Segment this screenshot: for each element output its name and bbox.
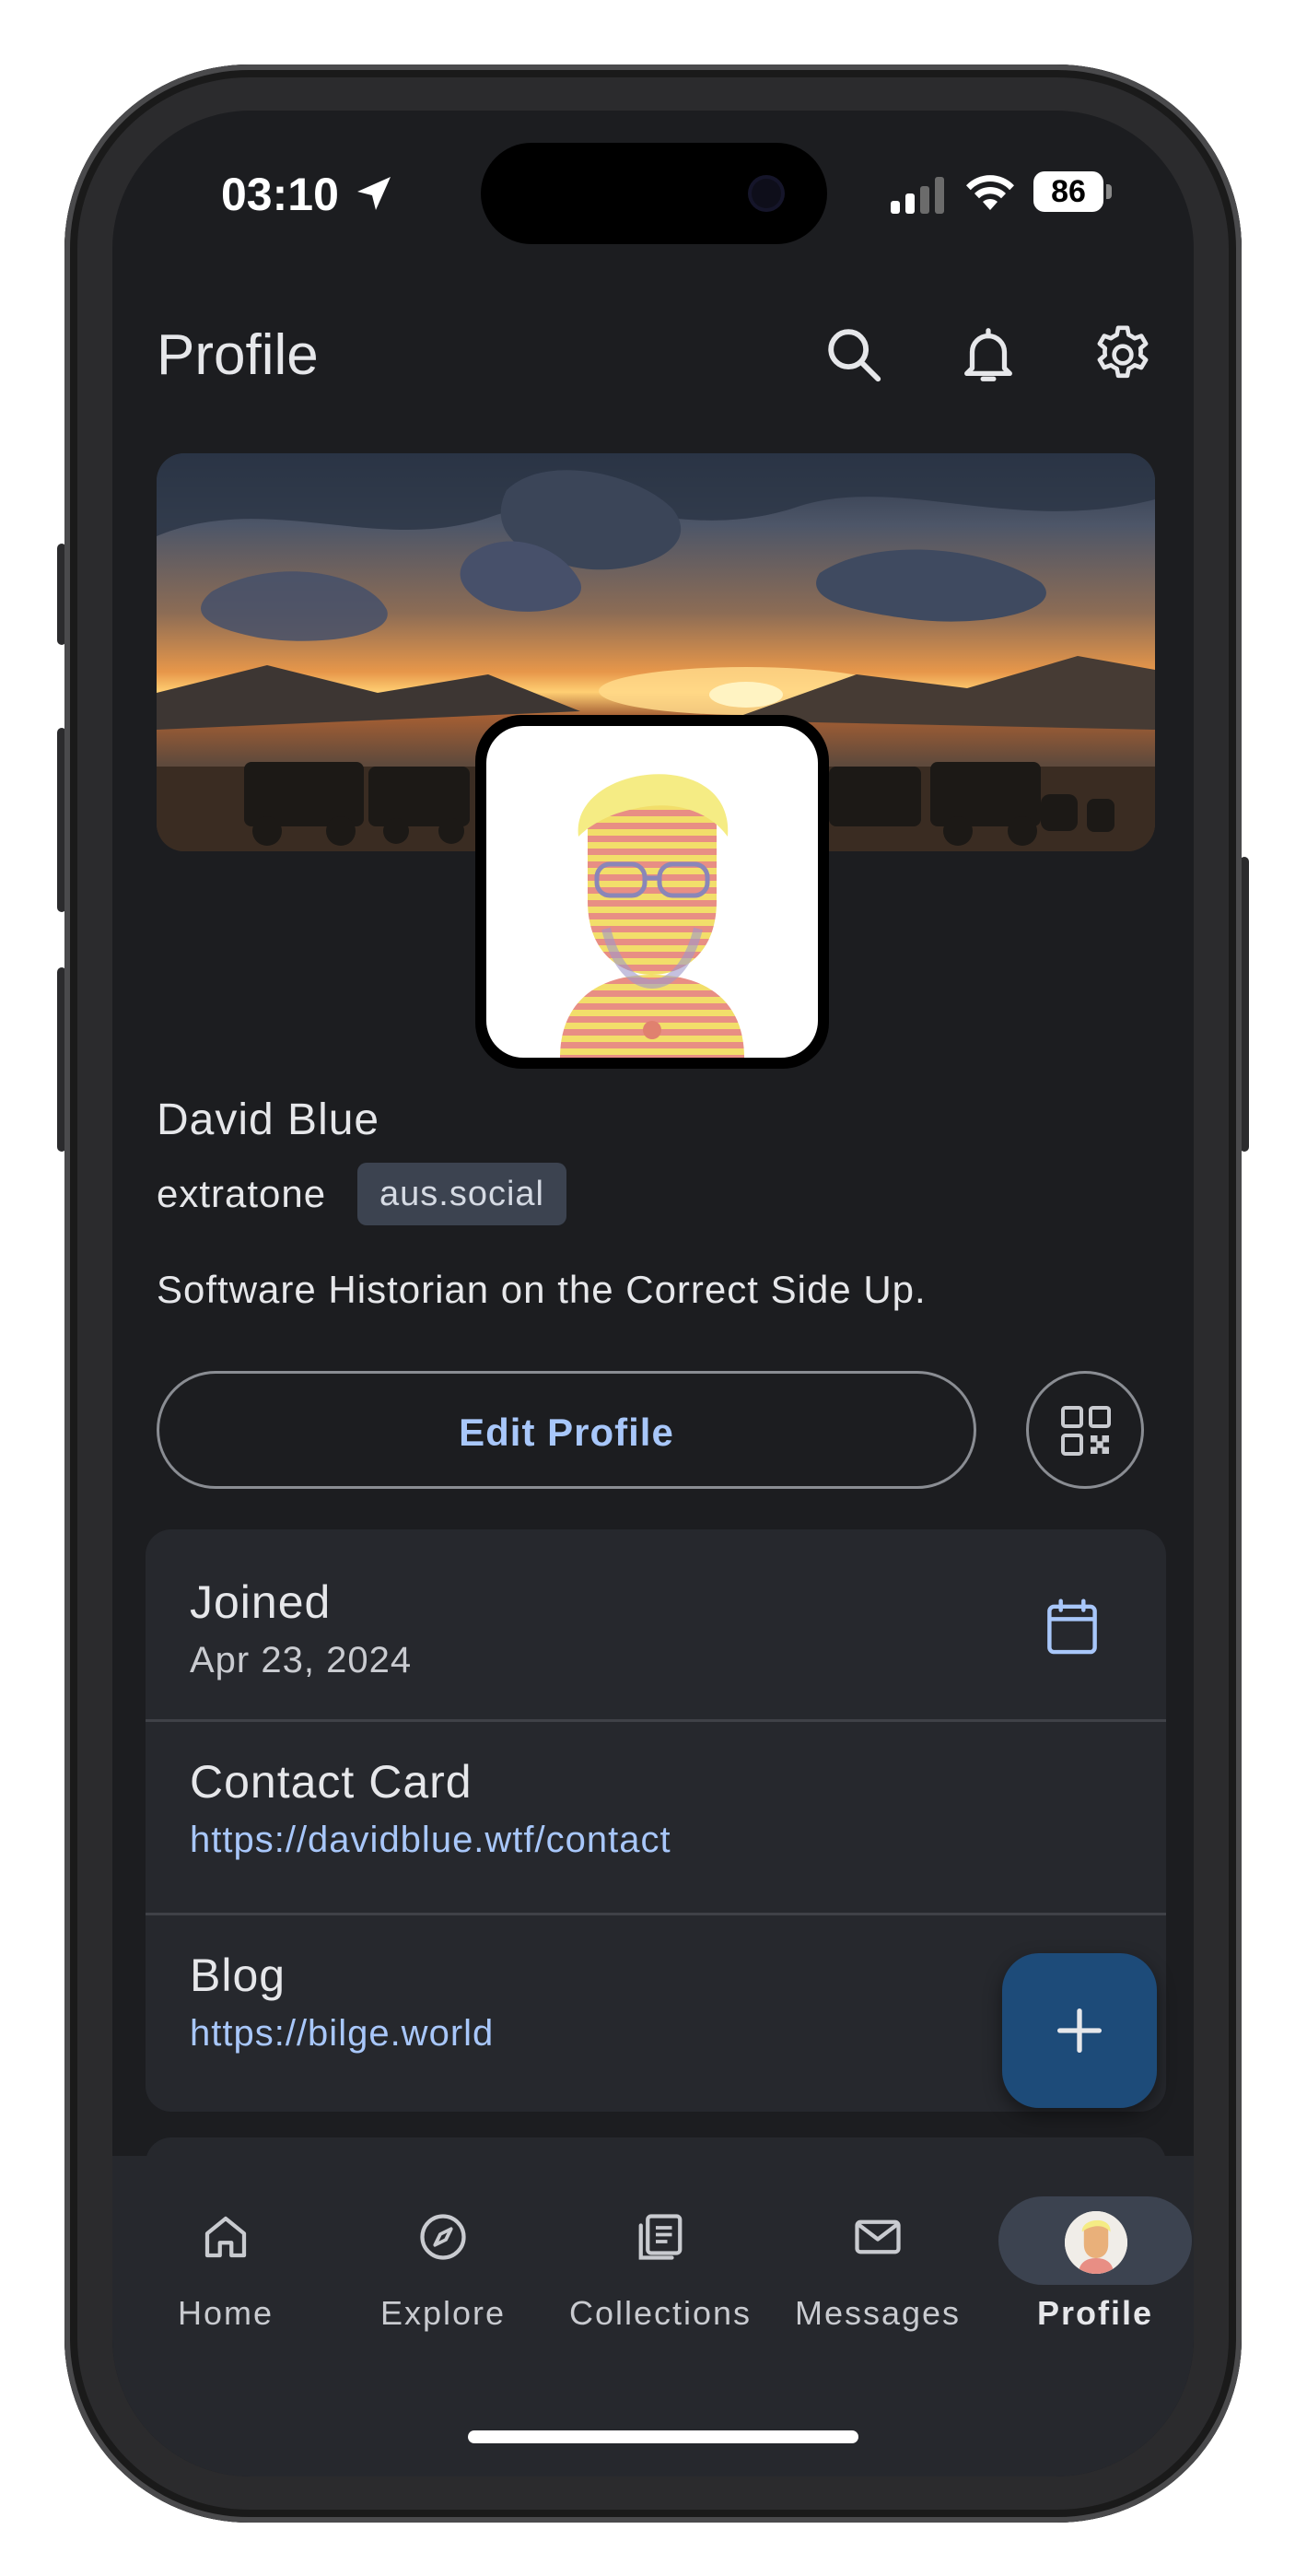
nav-explore[interactable]: Explore bbox=[337, 2156, 549, 2359]
battery-indicator: 86 bbox=[1033, 171, 1113, 214]
nav-label-explore: Explore bbox=[379, 2294, 507, 2332]
joined-row: Joined Apr 23, 2024 bbox=[146, 1529, 1166, 1719]
contact-card-row: Contact Card https://davidblue.wtf/conta… bbox=[146, 1722, 1166, 1912]
page-title: Profile bbox=[157, 323, 319, 387]
edit-profile-button[interactable]: Edit Profile bbox=[157, 1371, 976, 1489]
blog-label: Blog bbox=[190, 1950, 286, 2001]
avatar-thumbnail bbox=[1065, 2211, 1127, 2274]
nav-label-home: Home bbox=[177, 2294, 274, 2332]
cellular-signal-icon bbox=[891, 177, 944, 214]
nav-home[interactable]: Home bbox=[120, 2156, 332, 2359]
nav-messages[interactable]: Messages bbox=[772, 2156, 984, 2359]
username: extratone bbox=[157, 1172, 327, 1215]
nav-label-profile: Profile bbox=[1036, 2294, 1154, 2332]
home-icon bbox=[204, 2216, 247, 2258]
qr-code-icon bbox=[1061, 1406, 1111, 1456]
status-time: 03:10 bbox=[221, 169, 339, 220]
envelope-icon bbox=[855, 2219, 901, 2254]
nav-profile[interactable]: Profile bbox=[989, 2156, 1194, 2359]
search-icon[interactable] bbox=[822, 322, 886, 387]
status-bar: 03:10 86 bbox=[112, 111, 1194, 276]
joined-date: Apr 23, 2024 bbox=[190, 1640, 413, 1680]
gear-icon[interactable] bbox=[1091, 322, 1155, 387]
profile-avatar[interactable] bbox=[475, 715, 829, 1069]
qr-code-button[interactable] bbox=[1026, 1371, 1144, 1489]
compose-fab[interactable] bbox=[1002, 1953, 1157, 2108]
screen: 03:10 86 Profile David Blue extratone au… bbox=[112, 111, 1194, 2476]
calendar-icon bbox=[1047, 1598, 1097, 1655]
profile-bio: Software Historian on the Correct Side U… bbox=[157, 1268, 927, 1311]
battery-level: 86 bbox=[1051, 174, 1086, 209]
bottom-navigation: Home Explore Collections Messages Profil… bbox=[112, 2156, 1194, 2476]
compass-icon bbox=[420, 2214, 466, 2260]
dynamic-island bbox=[481, 143, 827, 244]
contact-card-label: Contact Card bbox=[190, 1756, 473, 1808]
nav-label-messages: Messages bbox=[794, 2294, 962, 2332]
avatar-illustration bbox=[560, 774, 744, 1058]
nav-label-collections: Collections bbox=[568, 2294, 753, 2332]
plus-icon bbox=[1057, 2008, 1102, 2053]
wifi-icon bbox=[966, 175, 1014, 210]
instance-badge[interactable]: aus.social bbox=[357, 1163, 566, 1225]
bell-icon[interactable] bbox=[956, 322, 1021, 387]
nav-collections[interactable]: Collections bbox=[554, 2156, 766, 2359]
app-header: Profile bbox=[112, 304, 1194, 415]
display-name: David Blue bbox=[157, 1095, 380, 1144]
location-arrow-icon bbox=[357, 177, 391, 210]
contact-card-link[interactable]: https://davidblue.wtf/contact bbox=[190, 1820, 671, 1861]
home-indicator bbox=[468, 2430, 858, 2443]
joined-label: Joined bbox=[190, 1576, 332, 1628]
battery-tip bbox=[1106, 184, 1112, 199]
collections-icon bbox=[638, 2214, 683, 2260]
avatar-image bbox=[486, 726, 818, 1058]
blog-link[interactable]: https://bilge.world bbox=[190, 2013, 494, 2055]
front-camera bbox=[752, 179, 781, 208]
avatar bbox=[1065, 2211, 1127, 2274]
